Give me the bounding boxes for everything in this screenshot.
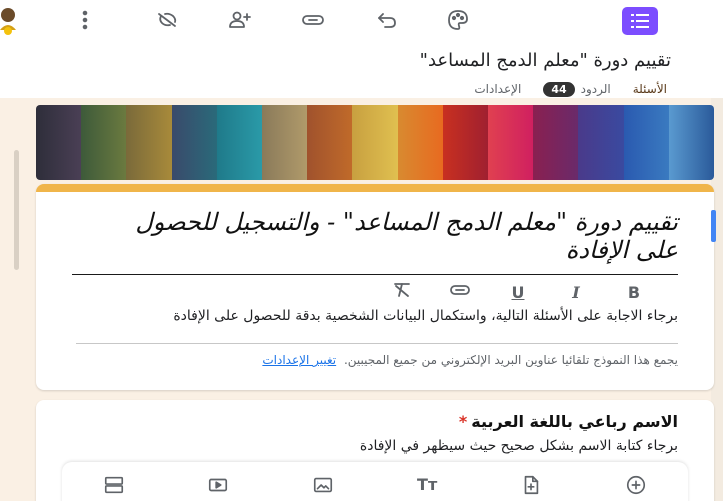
add-person-icon[interactable] xyxy=(225,6,255,34)
email-collection-note: يجمع هذا النموذج تلقائيا عناوين البريد ا… xyxy=(98,352,678,368)
link-icon[interactable] xyxy=(298,6,328,34)
title-underline xyxy=(72,274,678,275)
format-toolbar: B I U xyxy=(392,282,644,302)
change-settings-link[interactable]: تغيير الإعدادات xyxy=(262,353,336,367)
palette-off-icon[interactable] xyxy=(152,6,182,34)
scrollbar[interactable] xyxy=(14,150,19,270)
description-divider xyxy=(76,343,678,344)
bold-button[interactable]: B xyxy=(624,283,644,302)
page-title: تقييم دورة "معلم الدمج المساعد" xyxy=(419,50,671,71)
form-description[interactable]: برجاء الاجابة على الأسئلة التالية، واستك… xyxy=(98,308,678,325)
required-mark: * xyxy=(458,412,468,431)
more-vert-icon[interactable] xyxy=(70,6,100,34)
tab-questions[interactable]: الأسئلة xyxy=(628,82,672,102)
menu-icon[interactable] xyxy=(622,7,658,35)
video-icon[interactable] xyxy=(203,470,233,500)
header-banner-image xyxy=(36,105,714,180)
question-title-text: الاسم رباعي باللغة العربية xyxy=(471,412,678,431)
section-icon[interactable] xyxy=(99,470,129,500)
question-title: الاسم رباعي باللغة العربية* xyxy=(459,412,678,431)
clear-format-icon[interactable] xyxy=(392,282,412,302)
undo-icon[interactable] xyxy=(372,6,402,34)
image-icon[interactable] xyxy=(308,470,338,500)
italic-button[interactable]: I xyxy=(566,283,586,302)
add-question-icon[interactable] xyxy=(621,470,651,500)
top-toolbar xyxy=(0,0,723,40)
responses-count-badge: 44 xyxy=(543,82,575,97)
tab-responses[interactable]: الردود 44 xyxy=(539,82,614,97)
question-description: برجاء كتابة الاسم بشكل صحيح حيث سيظهر في… xyxy=(359,438,678,454)
active-card-indicator xyxy=(711,210,716,242)
palette-icon[interactable] xyxy=(443,6,473,34)
tab-settings[interactable]: الإعدادات xyxy=(470,82,525,96)
form-header-title[interactable]: تقييم دورة "معلم الدمج المساعد" - والتسج… xyxy=(118,208,678,264)
title-icon[interactable]: Tт xyxy=(412,470,442,500)
tab-bar: الأسئلة الردود 44 الإعدادات xyxy=(456,78,672,102)
bottom-toolbar: Tт xyxy=(62,462,688,501)
tab-responses-label: الردود xyxy=(580,82,611,96)
avatar[interactable] xyxy=(0,6,22,36)
insert-link-icon[interactable] xyxy=(450,282,470,302)
import-icon[interactable] xyxy=(516,470,546,500)
form-header-card: تقييم دورة "معلم الدمج المساعد" - والتسج… xyxy=(36,184,716,390)
underline-button[interactable]: U xyxy=(508,283,528,302)
email-note-text: يجمع هذا النموذج تلقائيا عناوين البريد ا… xyxy=(343,353,678,367)
